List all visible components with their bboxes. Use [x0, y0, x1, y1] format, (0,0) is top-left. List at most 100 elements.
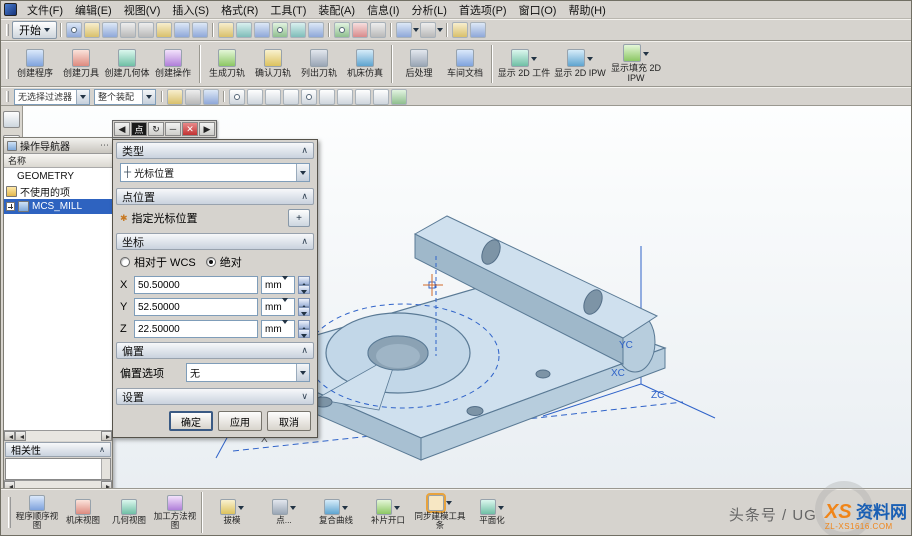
geometry-view-button[interactable]: 几何视图 [106, 499, 152, 525]
show-2d-ipw-button[interactable]: 显示 2D IPW [552, 48, 608, 80]
machine-tool-view-button[interactable]: 机床视图 [60, 499, 106, 525]
snap-arc-center-icon[interactable] [301, 89, 317, 105]
z-unit-combo[interactable]: mm [261, 320, 295, 338]
tree-row-unused-items[interactable]: 不使用的项 [4, 184, 112, 199]
machining-method-view-button[interactable]: 加工方法视图 [152, 495, 198, 531]
snap-point-on-curve-icon[interactable] [355, 89, 371, 105]
toolbar-grip[interactable] [6, 49, 9, 78]
general-selection-icon[interactable] [185, 89, 201, 105]
dependencies-header[interactable]: 相关性 ∧ [5, 442, 111, 457]
undo-icon[interactable] [174, 22, 190, 38]
selection-scope-combo[interactable]: 整个装配 [94, 89, 156, 105]
menu-file[interactable]: 文件(F) [21, 1, 69, 19]
unite-icon[interactable] [290, 22, 306, 38]
point-button[interactable]: 点... [258, 499, 310, 525]
point-type-combo[interactable]: ┼ 光标位置 [120, 163, 310, 182]
base-hole-3[interactable] [536, 370, 550, 378]
settings-section-header[interactable]: 设置 ∨ [116, 388, 314, 405]
menu-preferences[interactable]: 首选项(P) [453, 1, 513, 19]
x-value-input[interactable] [134, 276, 258, 294]
snap-existing-point-icon[interactable] [337, 89, 353, 105]
menu-tools[interactable]: 工具(T) [264, 1, 312, 19]
x-unit-combo[interactable]: mm [261, 276, 295, 294]
shop-documentation-button[interactable]: 车间文档 [442, 48, 488, 80]
scroll-left-icon[interactable] [15, 431, 26, 441]
sketch-icon[interactable] [218, 22, 234, 38]
menu-help[interactable]: 帮助(H) [562, 1, 611, 19]
base-hole-2[interactable] [467, 407, 483, 416]
menu-information[interactable]: 信息(I) [361, 1, 405, 19]
edge-blend-icon[interactable] [308, 22, 324, 38]
dialog-title-chip[interactable]: 点 [131, 122, 147, 136]
snap-quadrant-icon[interactable] [319, 89, 335, 105]
offset-option-combo[interactable]: 无 [186, 363, 310, 382]
measure-distance-icon[interactable] [370, 22, 386, 38]
toolbar-grip[interactable] [6, 24, 9, 37]
menu-assemblies[interactable]: 装配(A) [312, 1, 361, 19]
snap-endpoint-icon[interactable] [247, 89, 263, 105]
show-filled-2d-ipw-button[interactable]: 显示填充 2D IPW [608, 43, 664, 85]
rendering-style-icon[interactable] [420, 22, 436, 38]
orient-view-icon[interactable] [396, 22, 412, 38]
dialog-reset-icon[interactable]: ↻ [148, 122, 164, 136]
start-menu-button[interactable]: 开始 [12, 21, 57, 39]
cancel-button[interactable]: 取消 [267, 411, 311, 431]
list-toolpath-button[interactable]: 列出刀轨 [296, 48, 342, 80]
dialog-forward-icon[interactable]: ▶ [199, 122, 215, 136]
orient-view-dropdown-icon[interactable] [413, 28, 419, 35]
patch-opening-button[interactable]: 补片开口 [362, 499, 414, 525]
program-order-view-button[interactable]: 程序顺序视图 [14, 495, 60, 531]
y-value-input[interactable] [134, 298, 258, 316]
tree-row-mcs-mill[interactable]: MCS_MILL [4, 199, 112, 214]
new-file-icon[interactable] [66, 22, 82, 38]
help-icon[interactable] [470, 22, 486, 38]
coordinates-section-header[interactable]: 坐标 ∧ [116, 233, 314, 250]
create-tool-button[interactable]: 创建刀具 [58, 48, 104, 80]
navigator-hscrollbar[interactable] [4, 430, 112, 441]
dialog-minimize-icon[interactable]: ─ [165, 122, 181, 136]
z-spinner[interactable] [298, 320, 310, 338]
copy-icon[interactable] [138, 22, 154, 38]
relative-to-wcs-radio[interactable]: 相对于 WCS [120, 254, 196, 270]
show-2d-workpiece-button[interactable]: 显示 2D 工件 [496, 48, 552, 80]
datum-plane-icon[interactable] [236, 22, 252, 38]
menu-window[interactable]: 窗口(O) [513, 1, 563, 19]
y-spinner[interactable] [298, 298, 310, 316]
toolbar-grip[interactable] [8, 497, 11, 529]
highlight-icon[interactable] [203, 89, 219, 105]
scroll-right-icon[interactable] [101, 431, 112, 441]
snap-point-on-surface-icon[interactable] [373, 89, 389, 105]
generate-toolpath-button[interactable]: 生成刀轨 [204, 48, 250, 80]
redo-icon[interactable] [192, 22, 208, 38]
verify-toolpath-button[interactable]: 确认刀轨 [250, 48, 296, 80]
menu-format[interactable]: 格式(R) [215, 1, 264, 19]
tree-row-geometry[interactable]: GEOMETRY [4, 169, 112, 184]
snap-intersection-icon[interactable] [283, 89, 299, 105]
x-spinner[interactable] [298, 276, 310, 294]
toolbar-grip[interactable] [6, 91, 9, 102]
dependencies-vscrollbar[interactable] [101, 459, 110, 479]
save-icon[interactable] [102, 22, 118, 38]
snap-midpoint-icon[interactable] [265, 89, 281, 105]
offset-section-header[interactable]: 偏置 ∧ [116, 342, 314, 359]
move-object-icon[interactable] [352, 22, 368, 38]
scroll-track[interactable] [26, 431, 101, 441]
absolute-radio[interactable]: 绝对 [206, 254, 242, 270]
open-file-icon[interactable] [84, 22, 100, 38]
machine-simulation-button[interactable]: 机床仿真 [342, 48, 388, 80]
postprocess-button[interactable]: 后处理 [396, 48, 442, 80]
navigator-titlebar[interactable]: 操作导航器 ⋯ [4, 138, 112, 154]
composite-curve-button[interactable]: 复合曲线 [310, 499, 362, 525]
point-constructor-button[interactable]: + [288, 209, 310, 227]
selection-filter-combo[interactable]: 无选择过滤器 [14, 89, 90, 105]
draft-button[interactable]: 拔模 [206, 499, 258, 525]
menu-edit[interactable]: 编辑(E) [69, 1, 118, 19]
dialog-back-icon[interactable]: ◀ [114, 122, 130, 136]
z-value-input[interactable] [134, 320, 258, 338]
more-options-icon[interactable]: ⋯ [100, 140, 109, 151]
menu-analysis[interactable]: 分析(L) [405, 1, 452, 19]
scroll-left-icon[interactable] [4, 431, 15, 441]
ok-button[interactable]: 确定 [169, 411, 213, 431]
expand-icon[interactable] [6, 202, 15, 211]
dialog-close-icon[interactable]: ✕ [182, 122, 198, 136]
